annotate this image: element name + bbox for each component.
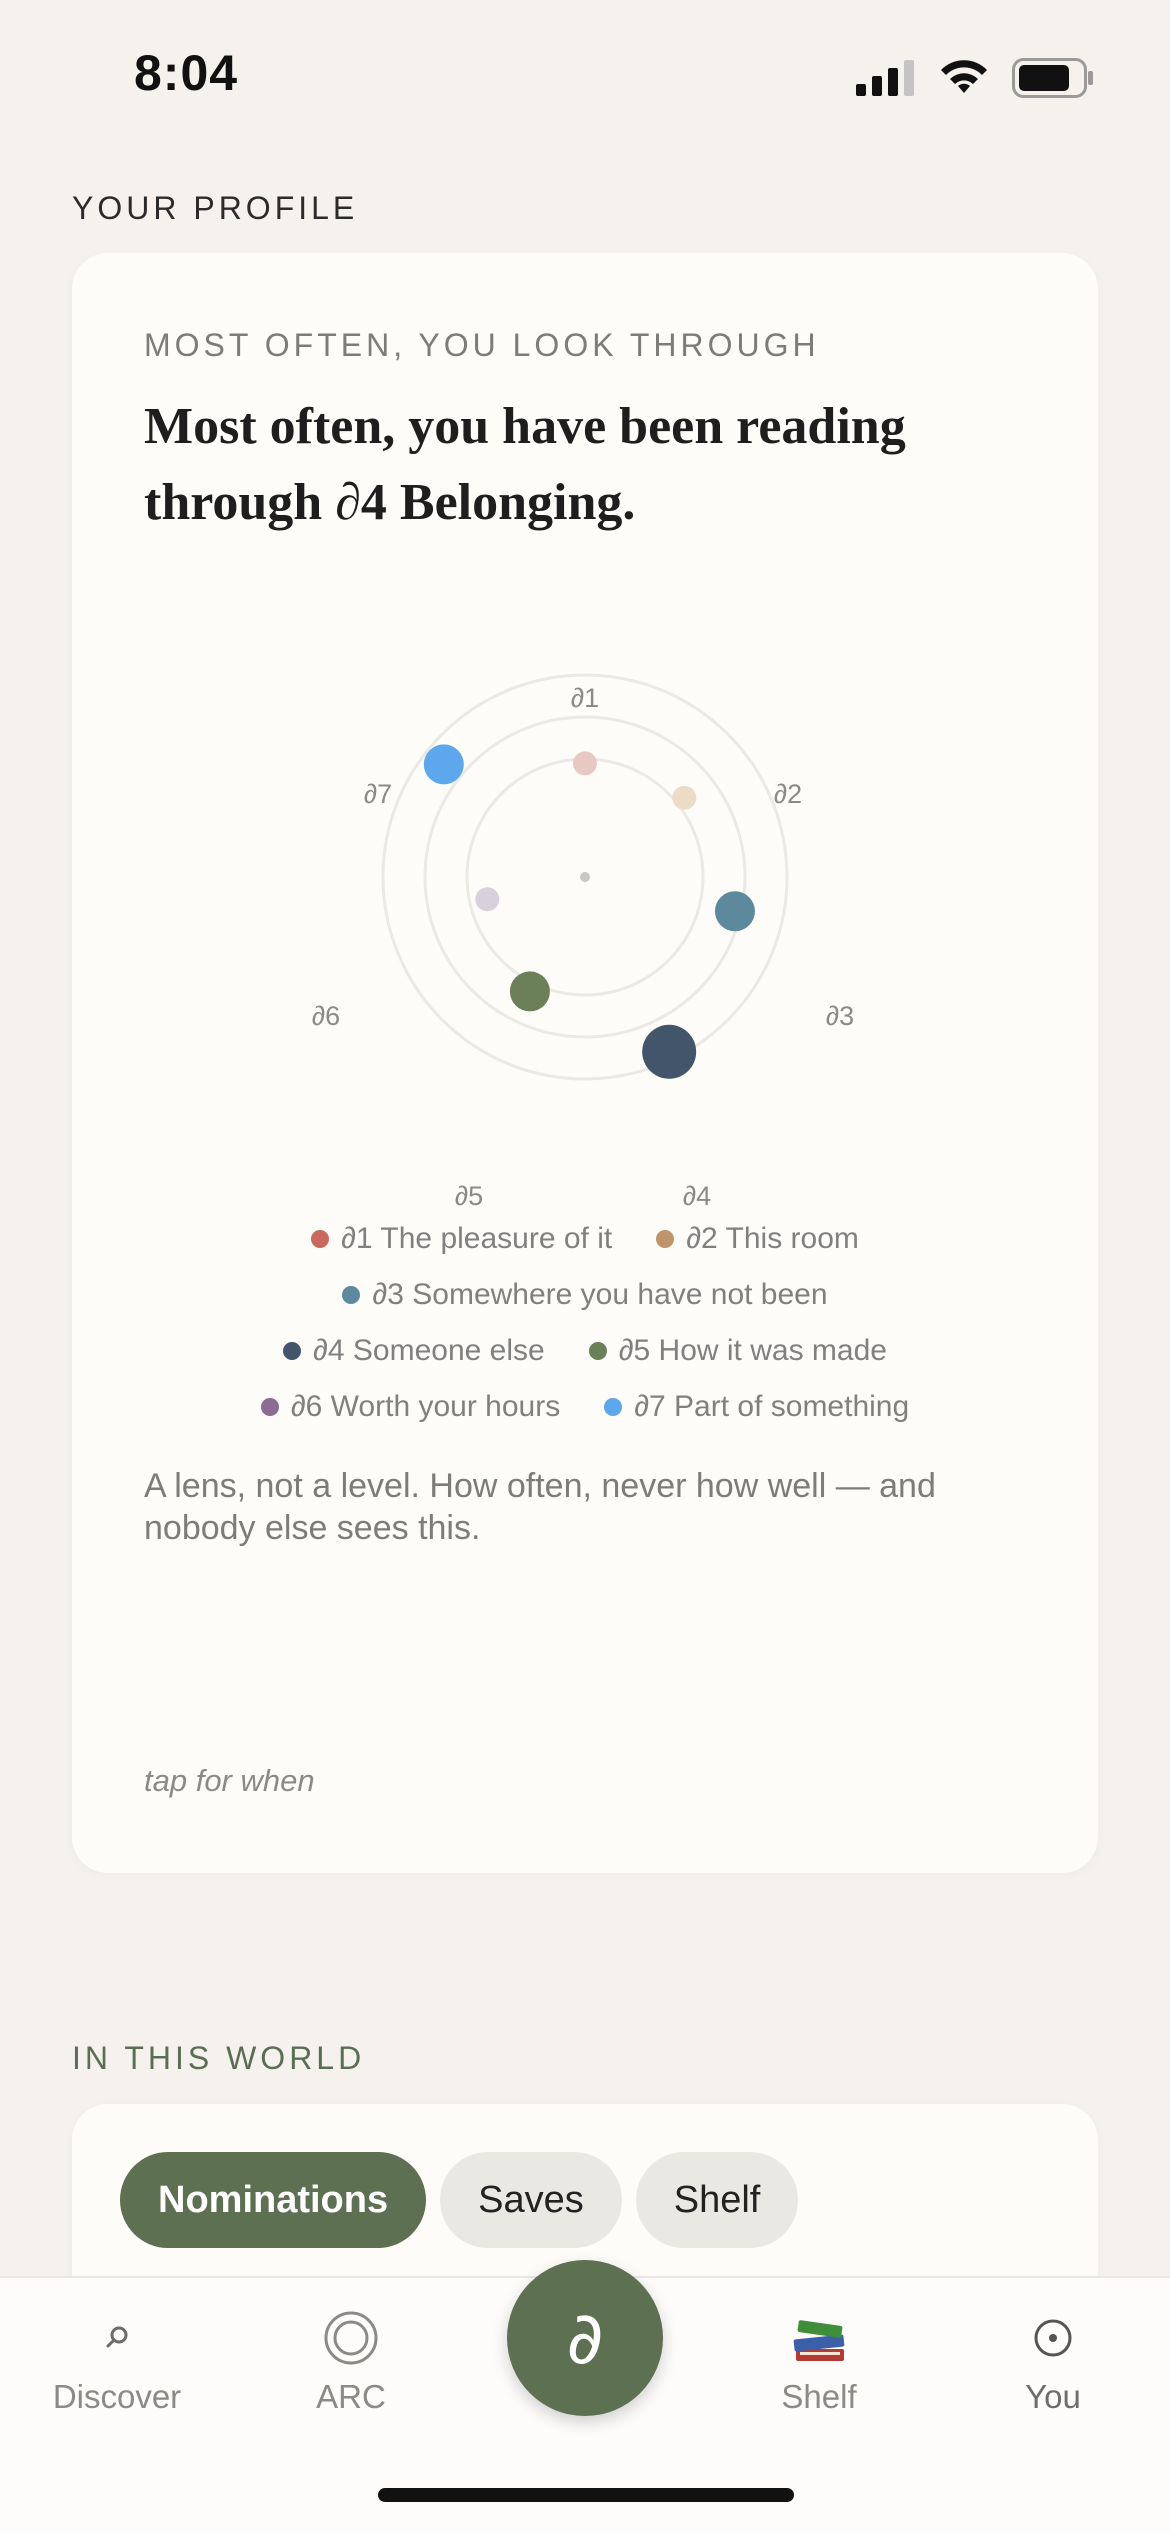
legend-label: ∂4 Someone else — [313, 1334, 545, 1367]
tab-arc-label: ARC — [316, 2378, 386, 2415]
center-action-button[interactable]: ∂ — [507, 2260, 663, 2416]
legend-item: ∂2 This room — [656, 1222, 859, 1256]
legend-item: ∂5 How it was made — [588, 1334, 887, 1368]
radar-point — [672, 785, 697, 810]
signal-icon — [856, 60, 914, 96]
lens-legend: ∂1 The pleasure of it ∂2 This room ∂3 Some… — [72, 1211, 1098, 1435]
screen: 8:04 YOUR PROFILE MOST OFTEN, YOU LOOK T… — [0, 0, 1170, 2532]
battery-icon — [1012, 58, 1093, 98]
legend-row: ∂1 The pleasure of it ∂2 This room — [72, 1211, 1098, 1267]
profile-headline: Most often, you have been reading throug… — [144, 398, 906, 531]
arc-rings-icon — [323, 2306, 379, 2370]
status-time: 8:04 — [134, 45, 239, 101]
radar-axis-label: ∂1 — [571, 683, 599, 713]
legend-label: ∂1 The pleasure of it — [341, 1222, 613, 1255]
radar-axis-label: ∂3 — [826, 1001, 854, 1031]
radar-point — [642, 1024, 697, 1079]
radar-axis-label: ∂2 — [774, 779, 802, 809]
radar-axis-label: ∂5 — [455, 1181, 483, 1211]
tab-arc[interactable]: ARC — [234, 2278, 468, 2430]
tab-shelf[interactable]: Shelf — [702, 2278, 936, 2430]
tap-hint[interactable]: tap for when — [144, 1763, 315, 1799]
legend-label: ∂2 This room — [686, 1222, 859, 1255]
legend-row: ∂6 Worth your hours ∂7 Part of something — [72, 1379, 1098, 1435]
legend-item: ∂7 Part of something — [604, 1390, 909, 1424]
radar-axis-label: ∂6 — [312, 1001, 340, 1031]
legend-item: ∂3 Somewhere you have not been — [342, 1278, 828, 1312]
radar-point — [475, 887, 500, 912]
radar-point — [714, 891, 755, 932]
home-indicator — [378, 2488, 794, 2502]
radar-point — [509, 971, 550, 1012]
legend-dot — [588, 1342, 607, 1360]
radar-center — [580, 872, 590, 882]
wifi-icon — [941, 60, 987, 93]
legend-dot — [656, 1230, 675, 1248]
search-icon — [102, 2306, 132, 2370]
legend-label: ∂6 Worth your hours — [290, 1390, 561, 1423]
filter-pill-nominations[interactable]: Nominations — [120, 2152, 427, 2248]
legend-row: ∂3 Somewhere you have not been — [72, 1267, 1098, 1323]
profile-card[interactable]: MOST OFTEN, YOU LOOK THROUGH Most often,… — [72, 253, 1098, 1873]
section-label-world: IN THIS WORLD — [72, 2040, 366, 2076]
filter-pill-saves[interactable]: Saves — [440, 2152, 622, 2248]
status-icons — [856, 56, 1094, 100]
radar-point — [573, 751, 597, 776]
tab-discover[interactable]: Discover — [0, 2278, 234, 2430]
books-icon — [788, 2306, 850, 2370]
legend-label: ∂5 How it was made — [618, 1334, 887, 1367]
filter-pill-shelf[interactable]: Shelf — [635, 2152, 799, 2248]
legend-dot — [342, 1286, 361, 1304]
legend-dot — [311, 1230, 330, 1248]
legend-item: ∂1 The pleasure of it — [311, 1222, 612, 1256]
legend-label: ∂7 Part of something — [634, 1390, 910, 1423]
legend-label: ∂3 Somewhere you have not been — [372, 1278, 828, 1311]
legend-dot — [283, 1342, 302, 1360]
tab-you-label: You — [1025, 2378, 1081, 2415]
radar-axis-label: ∂7 — [364, 779, 392, 809]
legend-item: ∂6 Worth your hours — [260, 1390, 561, 1424]
tab-discover-label: Discover — [52, 2378, 182, 2415]
world-filter-pills: Nominations Saves Shelf — [120, 2152, 799, 2248]
legend-dot — [260, 1398, 279, 1416]
tab-you[interactable]: You — [936, 2278, 1170, 2430]
tab-shelf-label: Shelf — [781, 2378, 857, 2415]
legend-dot — [604, 1398, 623, 1416]
section-label-profile: YOUR PROFILE — [72, 190, 359, 226]
radar-point — [423, 744, 464, 785]
radar-grid — [381, 673, 789, 1081]
legend-row: ∂4 Someone else ∂5 How it was made — [72, 1323, 1098, 1379]
you-circle-icon — [1032, 2306, 1074, 2370]
profile-note: A lens, not a level. How often, never ho… — [144, 1467, 936, 1547]
legend-item: ∂4 Someone else — [283, 1334, 545, 1368]
radar-axis-label: ∂4 — [683, 1181, 711, 1211]
profile-kicker: MOST OFTEN, YOU LOOK THROUGH — [144, 327, 820, 363]
